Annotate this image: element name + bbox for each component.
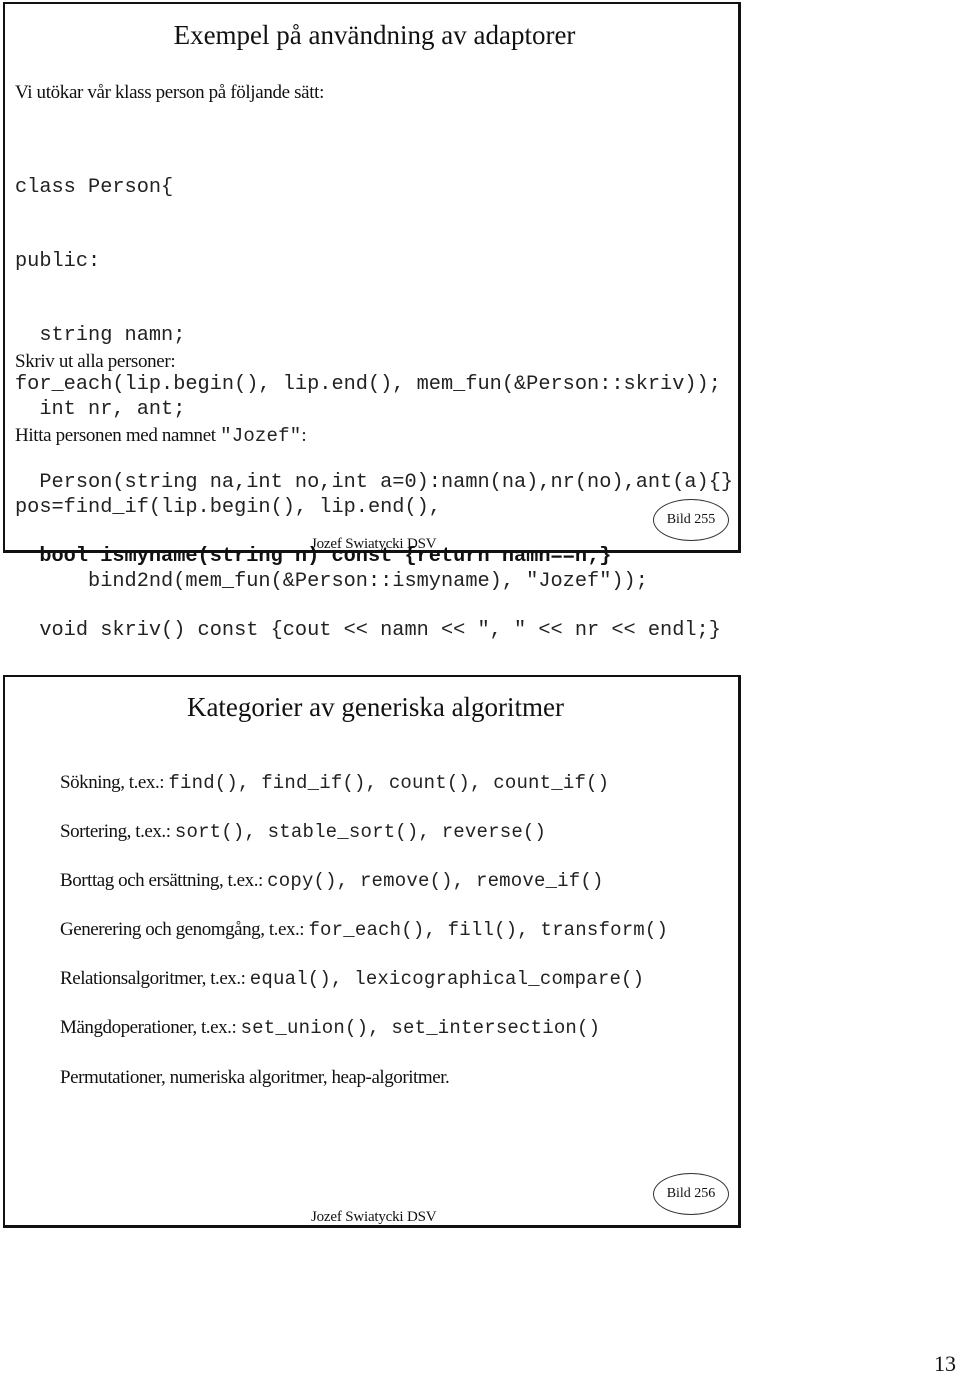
category-item: Borttag och ersättning, t.ex.: copy(), r…: [60, 869, 604, 893]
slide-title: Exempel på användning av adaptorer: [173, 20, 576, 50]
category-label: Sökning, t.ex.:: [60, 772, 169, 793]
category-examples: set_union(), set_intersection(): [240, 1017, 601, 1039]
find-label-prefix: Hitta personen med namnet: [15, 425, 221, 446]
slide-256: Kategorier av generiska algoritmer Sökni…: [3, 675, 741, 1228]
category-label: Generering och genomgång, t.ex.:: [60, 919, 309, 940]
category-item: Sortering, t.ex.: sort(), stable_sort(),…: [60, 820, 546, 844]
category-examples: copy(), remove(), remove_if(): [267, 870, 604, 892]
slide-number-badge: Bild 256: [653, 1173, 729, 1215]
slide-255: Exempel på användning av adaptorer Vi ut…: [3, 2, 741, 716]
code-line: class Person{: [15, 176, 174, 200]
category-label: Sortering, t.ex.:: [60, 821, 175, 842]
category-label: Borttag och ersättning, t.ex.:: [60, 870, 268, 891]
category-examples: find(), find_if(), count(), count_if(): [168, 772, 610, 794]
code-line: pos=find_if(lip.begin(), lip.end(),: [15, 496, 441, 520]
code-line: string namn;: [15, 323, 186, 347]
code-line: public:: [15, 249, 101, 273]
category-item: Sökning, t.ex.: find(), find_if(), count…: [60, 771, 609, 795]
category-item: Permutationer, numeriska algoritmer, hea…: [60, 1066, 450, 1090]
category-item: Generering och genomgång, t.ex.: for_eac…: [60, 918, 668, 942]
print-all-label: Skriv ut alla personer:: [15, 351, 176, 372]
code-line: int nr, ant;: [15, 397, 186, 421]
category-item: Mängdoperationer, t.ex.: set_union(), se…: [60, 1016, 600, 1040]
category-item: Relationsalgoritmer, t.ex.: equal(), lex…: [60, 967, 644, 991]
find-label-name: ″Jozef″: [220, 425, 302, 447]
category-label: Permutationer, numeriska algoritmer, hea…: [60, 1067, 450, 1088]
slide-footer-author: Jozef Swiatycki DSV: [311, 1209, 437, 1225]
category-label: Relationsalgoritmer, t.ex.:: [60, 968, 250, 989]
find-label: Hitta personen med namnet ″Jozef″:: [15, 425, 307, 447]
category-examples: for_each(), fill(), transform(): [308, 919, 669, 941]
slide-title: Kategorier av generiska algoritmer: [186, 692, 565, 722]
slide-footer-author: Jozef Swiatycki DSV: [311, 536, 437, 552]
slide-number-badge: Bild 255: [653, 499, 729, 541]
find-label-suffix: :: [301, 425, 307, 446]
intro-text: Vi utökar vår klass person på följande s…: [15, 82, 325, 103]
print-all-code: for_each(lip.begin(), lip.end(), mem_fun…: [15, 373, 721, 396]
category-examples: equal(), lexicographical_compare(): [249, 968, 645, 990]
page-number: 13: [934, 1351, 956, 1376]
code-line: bind2nd(mem_fun(&Person::ismyname), ″Joz…: [15, 569, 648, 593]
category-examples: sort(), stable_sort(), reverse(): [174, 821, 547, 843]
category-label: Mängdoperationer, t.ex.:: [60, 1017, 241, 1038]
